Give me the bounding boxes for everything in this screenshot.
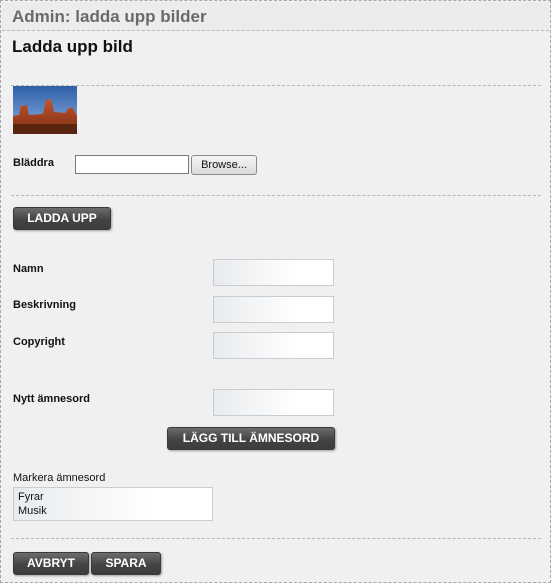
save-button[interactable]: SPARA (91, 552, 161, 575)
upload-button[interactable]: LADDA UPP (13, 207, 111, 230)
add-keyword-button[interactable]: LÄGG TILL ÄMNESORD (167, 427, 335, 450)
description-field[interactable] (213, 296, 334, 323)
name-label: Namn (13, 263, 44, 275)
keyword-list-item[interactable]: Fyrar (18, 490, 208, 504)
divider (11, 195, 541, 196)
copyright-label: Copyright (13, 336, 65, 348)
new-keyword-label: Nytt ämnesord (13, 393, 91, 405)
keyword-list-item[interactable]: Musik (18, 504, 208, 518)
browse-button[interactable]: Browse... (191, 155, 257, 175)
divider (11, 538, 541, 539)
page-title: Ladda upp bild (12, 37, 133, 56)
divider (11, 85, 541, 86)
name-field[interactable] (213, 259, 334, 286)
admin-panel: Admin: ladda upp bilder Ladda upp bild B… (0, 0, 551, 583)
file-path-field[interactable] (75, 155, 189, 174)
title-bar: Admin: ladda upp bilder (2, 2, 549, 31)
cancel-button[interactable]: AVBRYT (13, 552, 89, 575)
new-keyword-field[interactable] (213, 389, 334, 416)
image-thumbnail (13, 86, 77, 134)
copyright-field[interactable] (213, 332, 334, 359)
browse-label: Bläddra (13, 157, 54, 169)
description-label: Beskrivning (13, 299, 76, 311)
window-title: Admin: ladda upp bilder (12, 7, 207, 26)
mark-keywords-label: Markera ämnesord (13, 472, 106, 484)
keyword-list[interactable]: Fyrar Musik (13, 487, 213, 521)
